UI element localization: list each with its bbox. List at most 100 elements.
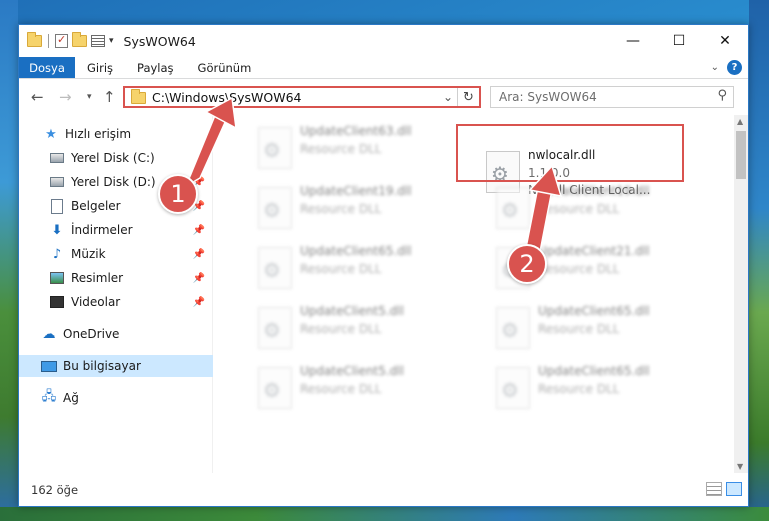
ribbon-tabs: Dosya Giriş Paylaş Görünüm ⌄ ?	[19, 57, 748, 79]
file-explorer-window: ▾ SysWOW64 — ☐ ✕ Dosya Giriş Paylaş Görü…	[18, 24, 749, 507]
toolbar-separator	[48, 34, 49, 48]
video-icon	[49, 294, 65, 310]
view-switcher	[706, 482, 742, 496]
search-icon[interactable]: ⚲	[717, 88, 727, 103]
folder-icon[interactable]	[27, 32, 42, 47]
dll-file-icon	[258, 187, 292, 229]
tab-file[interactable]: Dosya	[19, 57, 75, 78]
sidebar-item-label: Müzik	[71, 247, 106, 261]
navigation-bar: ← → ▾ ↑ C:\Windows\SysWOW64 ⌄ ↻ Ara: Sys…	[19, 80, 748, 114]
target-file-highlight	[456, 124, 684, 182]
new-folder-icon[interactable]	[72, 32, 87, 47]
sidebar-item-pictures[interactable]: Resimler 📌	[19, 267, 213, 289]
ribbon-right-controls: ⌄ ?	[711, 60, 742, 75]
list-item[interactable]: UpdateClient65.dll Resource DLL	[488, 301, 716, 359]
pin-icon: 📌	[192, 248, 205, 260]
document-icon	[49, 198, 65, 214]
properties-check-icon[interactable]	[55, 33, 68, 48]
drive-icon	[49, 174, 65, 190]
sidebar-item-label: Bu bilgisayar	[63, 359, 141, 373]
pin-icon: 📌	[192, 224, 205, 236]
tab-view[interactable]: Görünüm	[186, 57, 264, 78]
forward-arrow-icon[interactable]: →	[59, 88, 72, 106]
file-name: UpdateClient65.dll	[538, 304, 650, 318]
dll-file-icon	[258, 367, 292, 409]
dll-file-icon	[496, 307, 530, 349]
sidebar-item-videos[interactable]: Videolar 📌	[19, 291, 213, 313]
annotation-badge-1: 1	[158, 174, 198, 214]
back-arrow-icon[interactable]: ←	[31, 88, 44, 106]
search-placeholder: Ara: SysWOW64	[499, 90, 597, 104]
tiles-view-icon[interactable]	[726, 482, 742, 496]
up-arrow-icon[interactable]: ↑	[103, 88, 116, 106]
sidebar-item-label: Hızlı erişim	[65, 127, 132, 141]
sidebar-item-downloads[interactable]: ⬇ İndirmeler 📌	[19, 219, 213, 241]
help-icon[interactable]: ?	[727, 60, 742, 75]
sidebar-item-network[interactable]: 🖧 Ağ	[19, 387, 213, 409]
list-item[interactable]: UpdateClient65.dll Resource DLL	[488, 361, 716, 419]
file-description: Resource DLL	[538, 322, 620, 336]
desktop-background-right	[749, 0, 769, 521]
music-note-icon: ♪	[52, 246, 62, 262]
close-button[interactable]: ✕	[702, 25, 748, 57]
file-name: UpdateClient19.dll	[300, 184, 412, 198]
maximize-button[interactable]: ☐	[656, 25, 702, 57]
details-view-icon[interactable]	[706, 482, 722, 496]
dll-file-icon	[258, 307, 292, 349]
sidebar-item-label: İndirmeler	[71, 223, 133, 237]
list-item[interactable]: UpdateClient19.dll Resource DLL	[488, 181, 716, 239]
dll-file-icon	[496, 367, 530, 409]
sidebar-item-label: Resimler	[71, 271, 124, 285]
search-box[interactable]: Ara: SysWOW64 ⚲	[490, 86, 734, 108]
sidebar-item-quick-access[interactable]: ★ Hızlı erişim	[19, 123, 213, 145]
navigation-pane: ★ Hızlı erişim Yerel Disk (C:) Yerel Dis…	[19, 115, 213, 473]
refresh-icon[interactable]: ↻	[457, 88, 479, 106]
dll-file-icon	[258, 247, 292, 289]
sidebar-item-label: Yerel Disk (C:)	[71, 151, 155, 165]
file-name: UpdateClient21.dll	[538, 244, 650, 258]
file-name: UpdateClient5.dll	[300, 304, 404, 318]
annotation-badge-2: 2	[507, 244, 547, 284]
sidebar-item-onedrive[interactable]: ☁ OneDrive	[19, 323, 213, 345]
desktop-background-left	[0, 0, 18, 521]
star-icon: ★	[45, 126, 57, 142]
sidebar-item-this-pc[interactable]: Bu bilgisayar	[19, 355, 213, 377]
pin-icon: 📌	[192, 296, 205, 308]
expand-ribbon-chevron-icon[interactable]: ⌄	[711, 62, 719, 73]
scroll-down-icon[interactable]: ▼	[737, 462, 743, 471]
sidebar-item-label: Videolar	[71, 295, 121, 309]
tab-share[interactable]: Paylaş	[125, 57, 186, 78]
sidebar-item-music[interactable]: ♪ Müzik 📌	[19, 243, 213, 265]
file-description: Resource DLL	[300, 202, 382, 216]
address-folder-icon	[131, 89, 146, 104]
window-controls: — ☐ ✕	[610, 25, 748, 57]
status-bar: 162 öğe	[19, 473, 748, 506]
recent-locations-chevron-icon[interactable]: ▾	[87, 92, 92, 102]
address-path: C:\Windows\SysWOW64	[152, 89, 302, 105]
dll-file-icon	[496, 187, 530, 229]
scroll-up-icon[interactable]: ▲	[737, 117, 743, 126]
computer-icon	[41, 358, 57, 374]
scrollbar-thumb[interactable]	[736, 131, 746, 179]
list-item[interactable]: UpdateClient63.dll Resource DLL	[250, 121, 478, 179]
file-description: Resource DLL	[538, 262, 620, 276]
desktop-background-bottom	[0, 507, 769, 521]
address-dropdown-chevron-icon[interactable]: ⌄	[443, 90, 453, 104]
properties-icon[interactable]	[91, 35, 105, 47]
network-icon: 🖧	[41, 389, 57, 404]
tab-home[interactable]: Giriş	[75, 57, 125, 78]
list-item[interactable]: UpdateClient65.dll Resource DLL	[250, 241, 478, 299]
minimize-button[interactable]: —	[610, 25, 656, 57]
quick-access-toolbar: ▾	[19, 32, 114, 48]
address-bar[interactable]: C:\Windows\SysWOW64 ⌄ ↻	[123, 86, 481, 108]
customize-toolbar-chevron-icon[interactable]: ▾	[109, 36, 114, 46]
vertical-scrollbar[interactable]: ▲ ▼	[734, 115, 748, 473]
file-description: Resource DLL	[300, 262, 382, 276]
list-item[interactable]: UpdateClient5.dll Resource DLL	[250, 301, 478, 359]
list-item[interactable]: UpdateClient5.dll Resource DLL	[250, 361, 478, 419]
file-description: Resource DLL	[300, 382, 382, 396]
file-description: Resource DLL	[538, 382, 620, 396]
sidebar-item-local-disk-c[interactable]: Yerel Disk (C:)	[19, 147, 213, 169]
list-item[interactable]: UpdateClient19.dll Resource DLL	[250, 181, 478, 239]
file-name: UpdateClient5.dll	[300, 364, 404, 378]
